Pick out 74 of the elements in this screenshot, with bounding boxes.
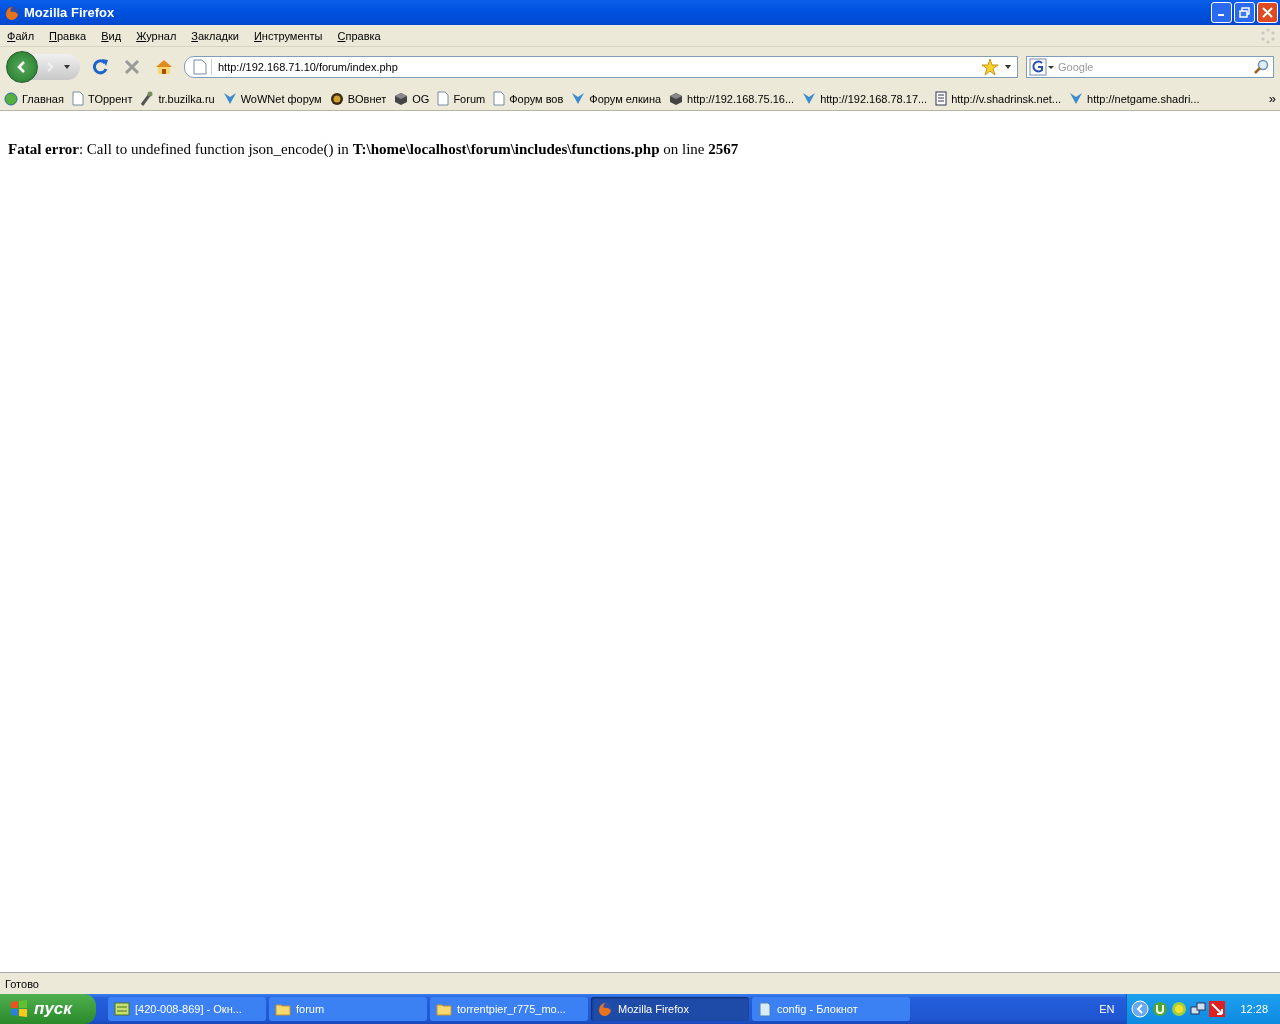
reload-icon: [90, 57, 110, 77]
search-engine-icon[interactable]: [1029, 58, 1055, 76]
house-icon: [154, 57, 174, 77]
document-icon: [935, 91, 948, 106]
search-bar[interactable]: Google: [1026, 56, 1274, 78]
bookmark-item[interactable]: Форум елкина: [571, 92, 662, 105]
minimize-button[interactable]: [1211, 2, 1232, 23]
back-button[interactable]: [6, 51, 38, 83]
bookmark-item[interactable]: http://192.168.78.17...: [802, 92, 928, 105]
bookmark-item[interactable]: Forum: [437, 91, 486, 106]
bookmark-item[interactable]: http://netgame.shadri...: [1069, 92, 1200, 105]
page-icon: [493, 91, 506, 106]
clock: 12:28: [1240, 1003, 1268, 1015]
menu-item[interactable]: Журнал: [136, 29, 177, 42]
bookmark-item[interactable]: BOвнет: [329, 91, 387, 106]
throbber-icon: [1260, 27, 1276, 44]
restore-button[interactable]: [1234, 2, 1255, 23]
folder-icon: [275, 1002, 291, 1016]
bookmark-item[interactable]: Форум вов: [493, 91, 564, 106]
caret-icon: [64, 65, 70, 69]
app-icon: [114, 1002, 130, 1016]
close-button[interactable]: [1257, 2, 1278, 23]
history-dropdown[interactable]: [62, 65, 72, 69]
emblem-icon: [329, 91, 344, 106]
window-title: Mozilla Firefox: [24, 5, 116, 20]
address-bar[interactable]: http://192.168.71.10/forum/index.php: [184, 56, 1018, 78]
windows-logo-icon: [10, 1000, 28, 1018]
bookmark-item[interactable]: Главная: [4, 91, 64, 106]
taskbar-button[interactable]: forum: [269, 997, 427, 1021]
menu-item[interactable]: Закладки: [191, 29, 239, 42]
taskbar-button[interactable]: torrentpier_r775_mo...: [430, 997, 588, 1021]
taskbar-button[interactable]: Mozilla Firefox: [591, 997, 749, 1021]
notepad-icon: [758, 1001, 772, 1017]
page-icon: [71, 91, 84, 106]
bookmark-item[interactable]: OG: [394, 91, 430, 106]
dropdown-icon[interactable]: [1005, 65, 1011, 69]
cube-icon: [394, 91, 409, 106]
stop-icon: [122, 57, 142, 77]
menu-item[interactable]: Инструменты: [253, 29, 323, 42]
close-icon: [1262, 7, 1273, 18]
address-field[interactable]: http://192.168.71.10/forum/index.php: [218, 61, 975, 73]
page-icon: [437, 91, 450, 106]
bookmark-item[interactable]: http://192.168.75.16...: [669, 91, 795, 106]
menu-item[interactable]: Файл: [7, 29, 35, 42]
bookmark-item[interactable]: TOррент: [71, 91, 133, 106]
checkmark-icon: [802, 92, 817, 105]
globe-icon: [4, 91, 18, 106]
checkmark-icon: [222, 92, 237, 105]
star-icon[interactable]: [981, 58, 999, 76]
restore-icon: [1239, 7, 1250, 18]
network-icon[interactable]: [1190, 1001, 1207, 1017]
page-icon: [193, 59, 212, 75]
folder-icon: [436, 1002, 452, 1016]
error-message: Fatal error: Call to undefined function json_encode() in T:\home\localhost\forum\includes\functions.php on line 2567: [8, 141, 740, 158]
checkmark-icon: [1069, 92, 1084, 105]
checkmark-icon: [571, 92, 586, 105]
collapse-tray-icon[interactable]: [1131, 1000, 1150, 1018]
bookmark-item[interactable]: tr.buzilka.ru: [140, 91, 215, 106]
firefox-icon: [4, 4, 20, 21]
menu-item[interactable]: Правка: [49, 29, 87, 42]
taskbar-button[interactable]: [420-008-869] - Окн...: [108, 997, 266, 1021]
language-indicator[interactable]: EN: [1099, 1003, 1115, 1015]
taskbar-button[interactable]: config - Блокнот: [752, 997, 910, 1021]
menu-item[interactable]: Вид: [101, 29, 122, 42]
bookmark-item[interactable]: http://v.shadrinsk.net...: [935, 91, 1062, 106]
search-field[interactable]: Google: [1058, 61, 1250, 73]
bookmark-item[interactable]: WoWNet форум: [222, 92, 322, 105]
tool-icon: [140, 91, 155, 106]
firefox-icon: [597, 1001, 613, 1017]
menu-item[interactable]: Справка: [337, 29, 381, 42]
more-bookmarks-button[interactable]: »: [1268, 91, 1276, 106]
search-icon[interactable]: [1253, 59, 1269, 75]
status-text: Готово: [5, 977, 39, 990]
cube-icon: [669, 91, 684, 106]
